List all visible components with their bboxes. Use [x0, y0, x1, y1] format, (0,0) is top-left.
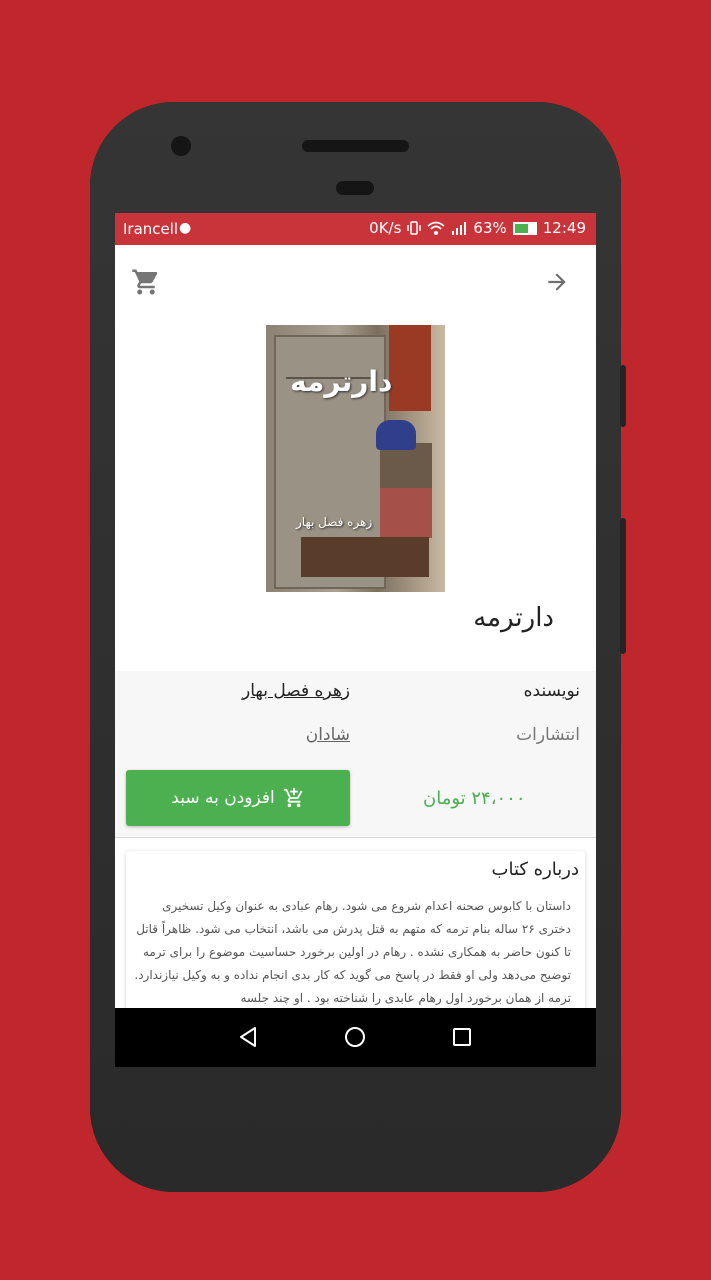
phone-screen: Irancell ● 0K/s 63% 12:49 دارترمه زهره ف… [115, 213, 596, 1067]
drop-icon: ● [179, 220, 192, 236]
about-text: داستان با کابوس صحنه اعدام شروع می شود. … [134, 899, 571, 1005]
network-speed: 0K/s [369, 219, 402, 237]
author-label: نویسنده [523, 681, 580, 701]
book-title: دارترمه [473, 603, 554, 633]
publisher-link[interactable]: شادان [306, 725, 350, 745]
price: ۲۴،۰۰۰ تومان [423, 788, 526, 809]
publisher-label: انتشارات [516, 725, 580, 745]
author-link[interactable]: زهره فصل بهار [242, 681, 350, 701]
volume-button [620, 518, 626, 654]
cover-carpet [389, 325, 431, 411]
cover-figure [380, 443, 432, 538]
power-button [620, 365, 626, 427]
book-info-panel: نویسنده زهره فصل بهار انتشارات شادان ۲۴،… [115, 671, 596, 838]
signal-icon [452, 222, 467, 235]
cover-title: دارترمه [290, 365, 393, 398]
add-to-cart-button[interactable]: افزودن به سبد [126, 770, 350, 826]
arrow-right-icon[interactable] [544, 269, 570, 295]
book-cover: دارترمه زهره فصل بهار [266, 325, 445, 592]
cover-scarf [376, 420, 416, 450]
clock: 12:49 [542, 219, 586, 237]
battery-percent: 63% [473, 219, 507, 237]
status-bar: Irancell ● 0K/s 63% 12:49 [115, 213, 596, 245]
vibrate-icon [407, 221, 422, 235]
about-title: درباره کتاب [491, 859, 579, 880]
navigation-bar [115, 1008, 596, 1067]
circle-home-icon[interactable] [343, 1025, 367, 1049]
carrier-name: Irancell [123, 220, 179, 238]
cover-metal-plate [301, 537, 429, 577]
square-recents-icon[interactable] [450, 1025, 474, 1049]
front-camera [171, 136, 191, 156]
status-right: 0K/s 63% 12:49 [369, 219, 586, 237]
cart-icon[interactable] [131, 267, 161, 297]
add-cart-icon [283, 787, 303, 808]
earpiece-speaker [302, 140, 409, 152]
wifi-icon [427, 221, 446, 235]
triangle-back-icon[interactable] [236, 1025, 260, 1049]
app-bar [115, 245, 596, 325]
proximity-sensor [336, 181, 374, 195]
battery-icon [512, 221, 537, 235]
add-to-cart-label: افزودن به سبد [171, 788, 275, 808]
cover-author: زهره فصل بهار [296, 515, 373, 529]
